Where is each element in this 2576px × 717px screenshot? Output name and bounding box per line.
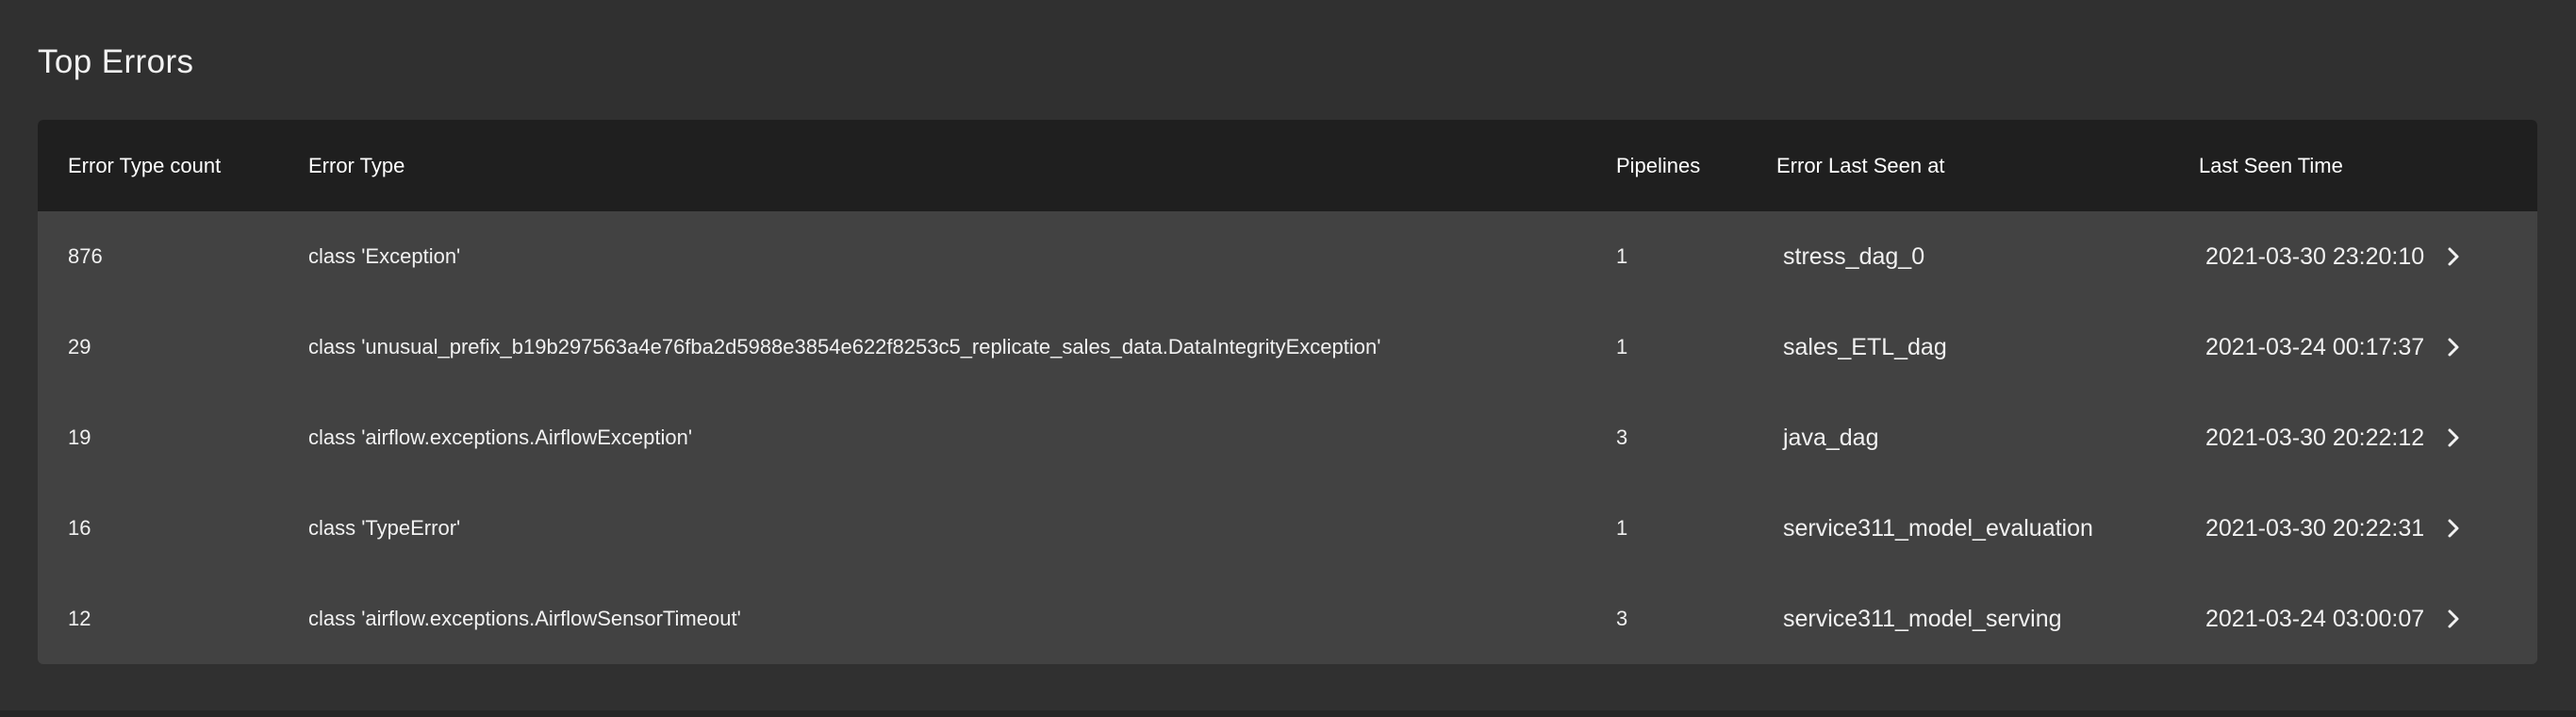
- error-type: class 'airflow.exceptions.AirflowSensorT…: [308, 607, 741, 630]
- pipelines-count: 1: [1616, 335, 1628, 358]
- bottom-divider: [0, 710, 2576, 717]
- error-count: 12: [68, 607, 91, 630]
- chevron-right-icon[interactable]: [2442, 574, 2465, 664]
- header-pipelines[interactable]: Pipelines: [1616, 120, 1700, 211]
- table-header: Error Type count Error Type Pipelines Er…: [38, 120, 2537, 211]
- header-last-seen-time[interactable]: Last Seen Time: [2199, 120, 2343, 211]
- pipelines-count: 3: [1616, 607, 1628, 630]
- error-last-seen-at: java_dag: [1783, 425, 1879, 451]
- last-seen-time: 2021-03-24 03:00:07: [2205, 606, 2425, 632]
- chevron-right-icon[interactable]: [2442, 211, 2465, 302]
- top-errors-table: Error Type count Error Type Pipelines Er…: [38, 120, 2537, 664]
- error-count: 16: [68, 516, 91, 540]
- error-last-seen-at: stress_dag_0: [1783, 243, 1925, 270]
- header-error-type[interactable]: Error Type: [308, 120, 405, 211]
- table-row[interactable]: 16 class 'TypeError' 1 service311_model_…: [38, 483, 2537, 574]
- last-seen-time: 2021-03-30 20:22:12: [2205, 425, 2425, 451]
- error-type: class 'Exception': [308, 244, 461, 268]
- section-title: Top Errors: [38, 43, 194, 80]
- error-type: class 'airflow.exceptions.AirflowExcepti…: [308, 425, 693, 449]
- table-row[interactable]: 12 class 'airflow.exceptions.AirflowSens…: [38, 574, 2537, 664]
- last-seen-time: 2021-03-30 20:22:31: [2205, 515, 2425, 542]
- error-count: 876: [68, 244, 103, 268]
- error-type: class 'unusual_prefix_b19b297563a4e76fba…: [308, 335, 1381, 358]
- error-last-seen-at: service311_model_evaluation: [1783, 515, 2093, 542]
- chevron-right-icon[interactable]: [2442, 302, 2465, 392]
- error-type: class 'TypeError': [308, 516, 461, 540]
- table-row[interactable]: 29 class 'unusual_prefix_b19b297563a4e76…: [38, 302, 2537, 392]
- error-last-seen-at: sales_ETL_dag: [1783, 334, 1947, 360]
- pipelines-count: 3: [1616, 425, 1628, 449]
- header-error-last-seen-at[interactable]: Error Last Seen at: [1776, 120, 1945, 211]
- error-last-seen-at: service311_model_serving: [1783, 606, 2062, 632]
- header-error-type-count[interactable]: Error Type count: [68, 120, 221, 211]
- last-seen-time: 2021-03-30 23:20:10: [2205, 243, 2425, 270]
- chevron-right-icon[interactable]: [2442, 392, 2465, 483]
- chevron-right-icon[interactable]: [2442, 483, 2465, 574]
- pipelines-count: 1: [1616, 516, 1628, 540]
- error-count: 29: [68, 335, 91, 358]
- table-row[interactable]: 19 class 'airflow.exceptions.AirflowExce…: [38, 392, 2537, 483]
- table-row[interactable]: 876 class 'Exception' 1 stress_dag_0 202…: [38, 211, 2537, 302]
- pipelines-count: 1: [1616, 244, 1628, 268]
- error-count: 19: [68, 425, 91, 449]
- top-errors-page: Top Errors Error Type count Error Type P…: [0, 0, 2576, 717]
- last-seen-time: 2021-03-24 00:17:37: [2205, 334, 2425, 360]
